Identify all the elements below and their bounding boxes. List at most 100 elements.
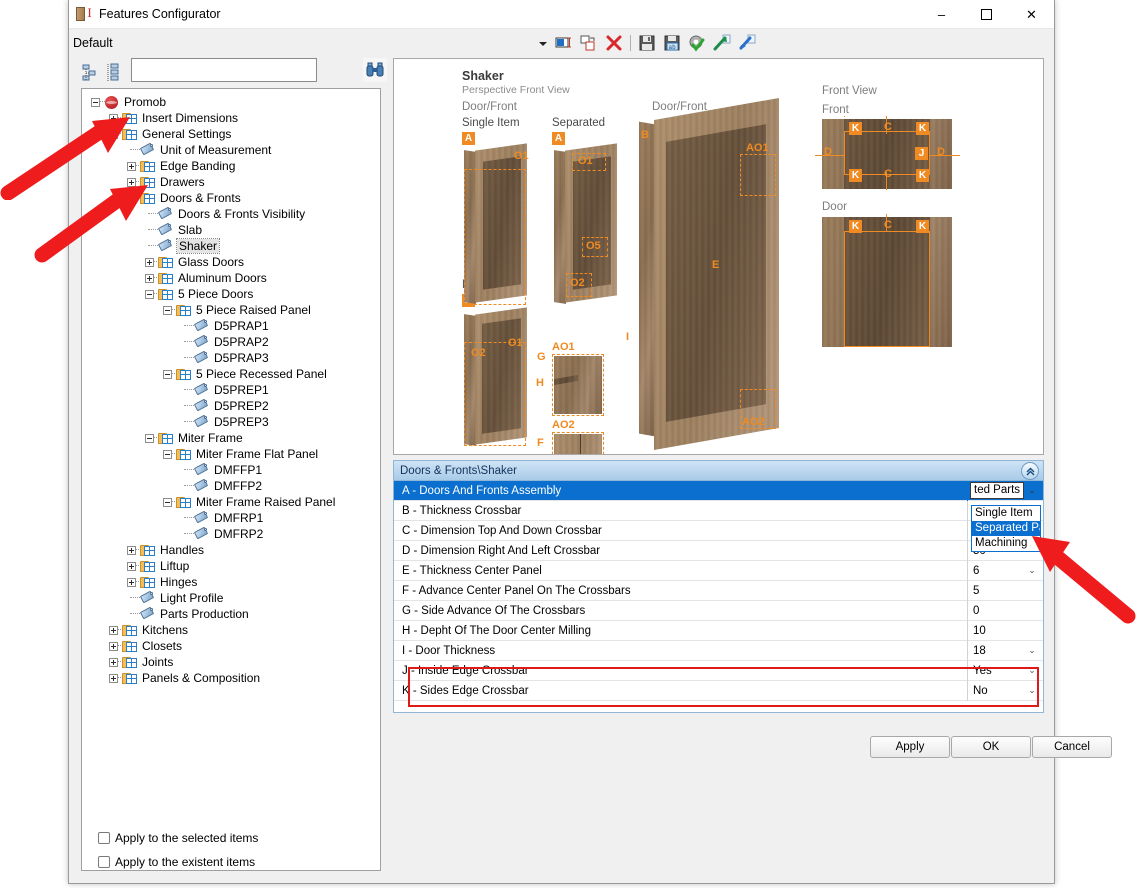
chevron-down-icon[interactable]: ⌄ [1025, 681, 1039, 701]
apply-selected-checkbox-row[interactable]: Apply to the selected items [98, 831, 258, 845]
tree-item[interactable]: Liftup [88, 558, 380, 574]
collapse-icon[interactable] [160, 494, 177, 510]
duplicate-icon[interactable] [580, 34, 598, 52]
tree-item[interactable]: Aluminum Doors [88, 270, 380, 286]
tree-item[interactable]: D5PRAP3 [88, 350, 380, 366]
tree-item[interactable]: Doors & Fronts Visibility [88, 206, 380, 222]
tree-item[interactable]: Closets [88, 638, 380, 654]
property-value-cell[interactable]: 5 [967, 580, 1043, 601]
tree-item[interactable]: Edge Banding [88, 158, 380, 174]
property-value-cell[interactable]: 0 [967, 600, 1043, 621]
dropdown-option[interactable]: Single Item [972, 506, 1040, 521]
collapse-icon[interactable] [160, 446, 177, 462]
tree-item[interactable]: Light Profile [88, 590, 380, 606]
expand-icon[interactable] [106, 654, 123, 670]
tree-item[interactable]: Doors & Fronts [88, 190, 380, 206]
expand-icon[interactable] [124, 174, 141, 190]
tree-item[interactable]: Panels & Composition [88, 670, 380, 686]
expand-icon[interactable] [142, 254, 159, 270]
property-value-cell[interactable]: 10 [967, 620, 1043, 641]
property-row[interactable]: H - Depht Of The Door Center Milling 10 [394, 620, 1043, 641]
tree-item[interactable]: Hinges [88, 574, 380, 590]
collapse-icon[interactable] [88, 94, 105, 110]
property-value-cell[interactable]: No ⌄ [967, 680, 1043, 701]
ok-button[interactable]: OK [951, 736, 1031, 758]
apply-existent-checkbox-row[interactable]: Apply to the existent items [98, 855, 255, 869]
chevron-down-icon[interactable]: ⌄ [1025, 641, 1039, 661]
collapse-icon[interactable] [142, 286, 159, 302]
apply-existent-checkbox[interactable] [98, 856, 110, 868]
tree-item[interactable]: Parts Production [88, 606, 380, 622]
dropdown-caret-icon[interactable] [538, 38, 548, 48]
expand-icon[interactable] [142, 270, 159, 286]
rename-icon[interactable] [555, 34, 573, 52]
save-as-icon[interactable]: ab [663, 34, 681, 52]
tree-item[interactable]: D5PRAP2 [88, 334, 380, 350]
tree-item[interactable]: General Settings [88, 126, 380, 142]
chevron-up-double-icon[interactable] [1021, 462, 1039, 480]
binoculars-icon[interactable] [363, 58, 387, 82]
property-value-cell[interactable]: ted Parts ⌄ [967, 480, 1043, 501]
dropdown-option[interactable]: Machining [972, 536, 1040, 551]
tree-item[interactable]: DMFRP2 [88, 526, 380, 542]
tree-item[interactable]: Glass Doors [88, 254, 380, 270]
tree-item[interactable]: Slab [88, 222, 380, 238]
tree-item[interactable]: Promob [88, 94, 380, 110]
collapse-icon[interactable] [124, 190, 141, 206]
export-icon[interactable] [738, 34, 756, 52]
delete-icon[interactable] [605, 34, 623, 52]
property-row[interactable]: G - Side Advance Of The Crossbars 0 [394, 600, 1043, 621]
save-icon[interactable] [638, 34, 656, 52]
collapse-icon[interactable] [160, 302, 177, 318]
assembly-value-editor[interactable]: ted Parts [970, 481, 1024, 499]
chevron-down-icon[interactable]: ⌄ [1025, 561, 1039, 581]
tree-item[interactable]: DMFRP1 [88, 510, 380, 526]
chevron-down-icon[interactable]: ⌄ [1025, 661, 1039, 681]
tree-item[interactable]: Miter Frame Flat Panel [88, 446, 380, 462]
tree-item[interactable]: Insert Dimensions [88, 110, 380, 126]
tree-item[interactable]: D5PRAP1 [88, 318, 380, 334]
tree-item[interactable]: D5PREP2 [88, 398, 380, 414]
property-value-cell[interactable]: Yes ⌄ [967, 660, 1043, 681]
property-row[interactable]: B - Thickness Crossbar⌄ [394, 500, 1043, 521]
assembly-dropdown-list[interactable]: Single Item Separated Pa Machining [971, 505, 1041, 552]
property-row[interactable]: C - Dimension Top And Down Crossbar⌄ [394, 520, 1043, 541]
apply-button[interactable]: Apply [870, 736, 950, 758]
tree-item[interactable]: Miter Frame Raised Panel [88, 494, 380, 510]
expand-icon[interactable] [106, 622, 123, 638]
tree-item[interactable]: Joints [88, 654, 380, 670]
property-row[interactable]: K - Sides Edge Crossbar No ⌄ [394, 680, 1043, 701]
import-icon[interactable] [713, 34, 731, 52]
property-row[interactable]: D - Dimension Right And Left Crossbar50 [394, 540, 1043, 561]
apply-settings-icon[interactable] [688, 34, 706, 52]
tree-item[interactable]: Shaker [88, 238, 380, 254]
tree-item[interactable]: Miter Frame [88, 430, 380, 446]
tree-item[interactable]: 5 Piece Recessed Panel [88, 366, 380, 382]
close-button[interactable]: ✕ [1009, 0, 1054, 29]
tree-item[interactable]: DMFFP2 [88, 478, 380, 494]
property-row[interactable]: A - Doors And Fronts Assembly ted Parts ⌄ [394, 480, 1043, 501]
property-value-cell[interactable]: 6 ⌄ [967, 560, 1043, 581]
expand-all-icon[interactable] [105, 62, 125, 82]
search-input[interactable] [131, 58, 317, 82]
collapse-all-icon[interactable] [81, 62, 101, 82]
tree-item[interactable]: DMFFP1 [88, 462, 380, 478]
expand-icon[interactable] [106, 110, 123, 126]
property-row[interactable]: I - Door Thickness 18 ⌄ [394, 640, 1043, 661]
tree-item[interactable]: Drawers [88, 174, 380, 190]
cancel-button[interactable]: Cancel [1032, 736, 1112, 758]
dropdown-option[interactable]: Separated Pa [972, 521, 1040, 536]
maximize-button[interactable] [964, 0, 1009, 29]
collapse-icon[interactable] [106, 126, 123, 142]
expand-icon[interactable] [124, 558, 141, 574]
expand-icon[interactable] [106, 670, 123, 686]
tree-item[interactable]: D5PREP1 [88, 382, 380, 398]
tree-item[interactable]: D5PREP3 [88, 414, 380, 430]
collapse-icon[interactable] [160, 366, 177, 382]
property-row[interactable]: E - Thickness Center Panel 6 ⌄ [394, 560, 1043, 581]
tree-view[interactable]: Promob Insert Dimensions General Settings U… [81, 88, 381, 871]
property-row[interactable]: F - Advance Center Panel On The Crossbar… [394, 580, 1043, 601]
property-row[interactable]: J - Inside Edge Crossbar Yes ⌄ [394, 660, 1043, 681]
tree-item[interactable]: 5 Piece Raised Panel [88, 302, 380, 318]
apply-selected-checkbox[interactable] [98, 832, 110, 844]
